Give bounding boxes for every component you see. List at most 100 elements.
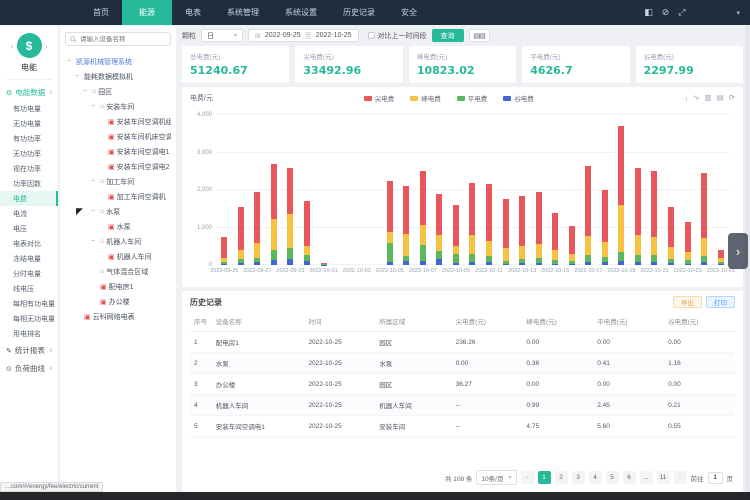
bar-2022-10-09[interactable] — [448, 115, 465, 265]
page-button-6[interactable]: 6 — [623, 471, 636, 484]
sidebar-item-电流[interactable]: 电流 — [0, 206, 58, 221]
data-view-icon[interactable]: ▤ — [717, 93, 724, 102]
bar-2022-10-14[interactable] — [530, 115, 547, 265]
bar-2022-10-11[interactable] — [481, 115, 498, 265]
line-type-icon[interactable]: ∿ — [693, 93, 699, 102]
tree-expander-icon[interactable]: − — [91, 208, 98, 215]
query-button[interactable]: 查询 — [432, 29, 464, 42]
bar-2022-10-16[interactable] — [563, 115, 580, 265]
page-button-5[interactable]: 5 — [606, 471, 619, 484]
date-range-picker[interactable]: ⊞ 2022-09-25 至 2022-10-25 — [248, 29, 359, 42]
sidebar-item-视在功率[interactable]: 视在功率 — [0, 161, 58, 176]
page-button-4[interactable]: 4 — [589, 471, 602, 484]
page-button-11[interactable]: 11 — [657, 471, 670, 484]
tree-node[interactable]: ▣配电房1 — [65, 279, 171, 294]
bar-2022-09-29[interactable] — [282, 115, 299, 265]
menu-group-统计报表[interactable]: ✎统计报表∨ — [0, 341, 58, 359]
tree-expander-icon[interactable]: − — [67, 58, 74, 65]
legend-item-峰电费[interactable]: 峰电费 — [410, 93, 441, 103]
granularity-select[interactable]: 日 ▾ — [201, 29, 243, 42]
menu-group-负荷曲线[interactable]: ⊙负荷曲线∨ — [0, 359, 58, 377]
nav-tab-电表[interactable]: 电表 — [172, 0, 214, 25]
download-icon[interactable]: ↓ — [684, 93, 688, 102]
bar-2022-10-15[interactable] — [547, 115, 564, 265]
theme-icon[interactable]: ◧ — [644, 7, 653, 18]
sidebar-item-无功功率[interactable]: 无功功率 — [0, 146, 58, 161]
bar-2022-10-04[interactable] — [365, 115, 382, 265]
bar-2022-09-25[interactable] — [216, 115, 233, 265]
tree-node[interactable]: −能耗数据模拟机 — [65, 69, 171, 84]
view-toggle-button[interactable]: ▤▤ — [469, 29, 490, 42]
sidebar-item-电费[interactable]: 电费 — [0, 191, 58, 206]
sidebar-item-无功电量[interactable]: 无功电量 — [0, 116, 58, 131]
tree-expander-icon[interactable]: − — [91, 178, 98, 185]
nav-tab-能源[interactable]: 能源 — [122, 0, 172, 25]
sidebar-item-分时电量[interactable]: 分时电量 — [0, 266, 58, 281]
bar-2022-10-24[interactable] — [696, 115, 713, 265]
tree-expander-icon[interactable]: − — [91, 238, 98, 245]
bar-2022-09-28[interactable] — [266, 115, 283, 265]
bar-2022-10-06[interactable] — [398, 115, 415, 265]
tree-node[interactable]: ▣办公楼 — [65, 294, 171, 309]
sidebar-item-每相有功电量[interactable]: 每相有功电量 — [0, 296, 58, 311]
export-button[interactable]: 导出 — [673, 296, 702, 308]
menu-group-电能数据[interactable]: ⚙电能数据∧ — [0, 83, 58, 101]
tree-node[interactable]: −凯源机械管理系统 — [65, 54, 171, 69]
bar-2022-10-07[interactable] — [415, 115, 432, 265]
tree-node[interactable]: ▣安装车间空调机组电表 — [65, 114, 171, 129]
nav-tab-历史记录[interactable]: 历史记录 — [330, 0, 388, 25]
restore-icon[interactable]: ⟳ — [729, 93, 735, 102]
bar-2022-10-08[interactable] — [431, 115, 448, 265]
sidebar-item-每相无功电量[interactable]: 每相无功电量 — [0, 311, 58, 326]
eye-protect-icon[interactable]: ⊘ — [662, 7, 670, 18]
tree-node[interactable]: ▣加工车间空调机 — [65, 189, 171, 204]
tree-search-input[interactable] — [80, 36, 166, 43]
sidebar-item-电压[interactable]: 电压 — [0, 221, 58, 236]
sidebar-item-冻结电量[interactable]: 冻结电量 — [0, 251, 58, 266]
bar-2022-10-02[interactable] — [332, 115, 349, 265]
tree-expander-icon[interactable]: − — [83, 88, 90, 95]
legend-item-谷电费[interactable]: 谷电费 — [503, 93, 534, 103]
sidebar-item-线电压[interactable]: 线电压 — [0, 281, 58, 296]
nav-tab-首页[interactable]: 首页 — [80, 0, 122, 25]
tree-expander-icon[interactable]: − — [75, 73, 82, 80]
bar-2022-10-19[interactable] — [613, 115, 630, 265]
print-button[interactable]: 打印 — [706, 296, 735, 308]
page-button-3[interactable]: 3 — [572, 471, 585, 484]
module-next-icon[interactable]: › — [45, 41, 48, 51]
energy-module-icon[interactable]: $ — [17, 33, 42, 58]
tree-node[interactable]: −⌂园区 — [65, 84, 171, 99]
module-prev-icon[interactable]: ‹ — [11, 41, 14, 51]
sidebar-item-功率因数[interactable]: 功率因数 — [0, 176, 58, 191]
compare-checkbox[interactable]: 对比上一时间段 — [368, 31, 427, 41]
bar-2022-10-22[interactable] — [663, 115, 680, 265]
bar-2022-10-23[interactable] — [679, 115, 696, 265]
bar-2022-10-25[interactable] — [712, 115, 729, 265]
tree-node[interactable]: ▣安装车间空调电2 — [65, 159, 171, 174]
user-menu-caret-icon[interactable]: ▾ — [736, 9, 740, 17]
tree-node[interactable]: −⌂机器人车间 — [65, 234, 171, 249]
bar-2022-10-01[interactable] — [315, 115, 332, 265]
sidebar-item-用电排名[interactable]: 用电排名 — [0, 326, 58, 341]
bar-2022-09-26[interactable] — [233, 115, 250, 265]
bar-2022-10-05[interactable] — [381, 115, 398, 265]
bar-2022-10-13[interactable] — [514, 115, 531, 265]
nav-tab-系统设置[interactable]: 系统设置 — [272, 0, 330, 25]
sidebar-item-电表对比[interactable]: 电表对比 — [0, 236, 58, 251]
bar-2022-09-27[interactable] — [249, 115, 266, 265]
page-button-2[interactable]: 2 — [555, 471, 568, 484]
prev-page-button[interactable]: ‹ — [521, 471, 534, 484]
page-button-...[interactable]: ... — [640, 471, 653, 484]
tree-node[interactable]: −⌂加工车间 — [65, 174, 171, 189]
bar-2022-10-18[interactable] — [597, 115, 614, 265]
tree-expander-icon[interactable]: − — [91, 103, 98, 110]
bar-2022-10-12[interactable] — [497, 115, 514, 265]
fullscreen-icon[interactable]: ⤢ — [678, 7, 685, 18]
nav-tab-安全[interactable]: 安全 — [388, 0, 430, 25]
per-page-select[interactable]: 10条/页▾ — [476, 470, 516, 485]
nav-tab-系统管理[interactable]: 系统管理 — [214, 0, 272, 25]
sidebar-item-有功功率[interactable]: 有功功率 — [0, 131, 58, 146]
bar-type-icon[interactable]: ▥ — [705, 93, 712, 102]
bar-2022-10-10[interactable] — [464, 115, 481, 265]
legend-item-尖电费[interactable]: 尖电费 — [364, 93, 395, 103]
